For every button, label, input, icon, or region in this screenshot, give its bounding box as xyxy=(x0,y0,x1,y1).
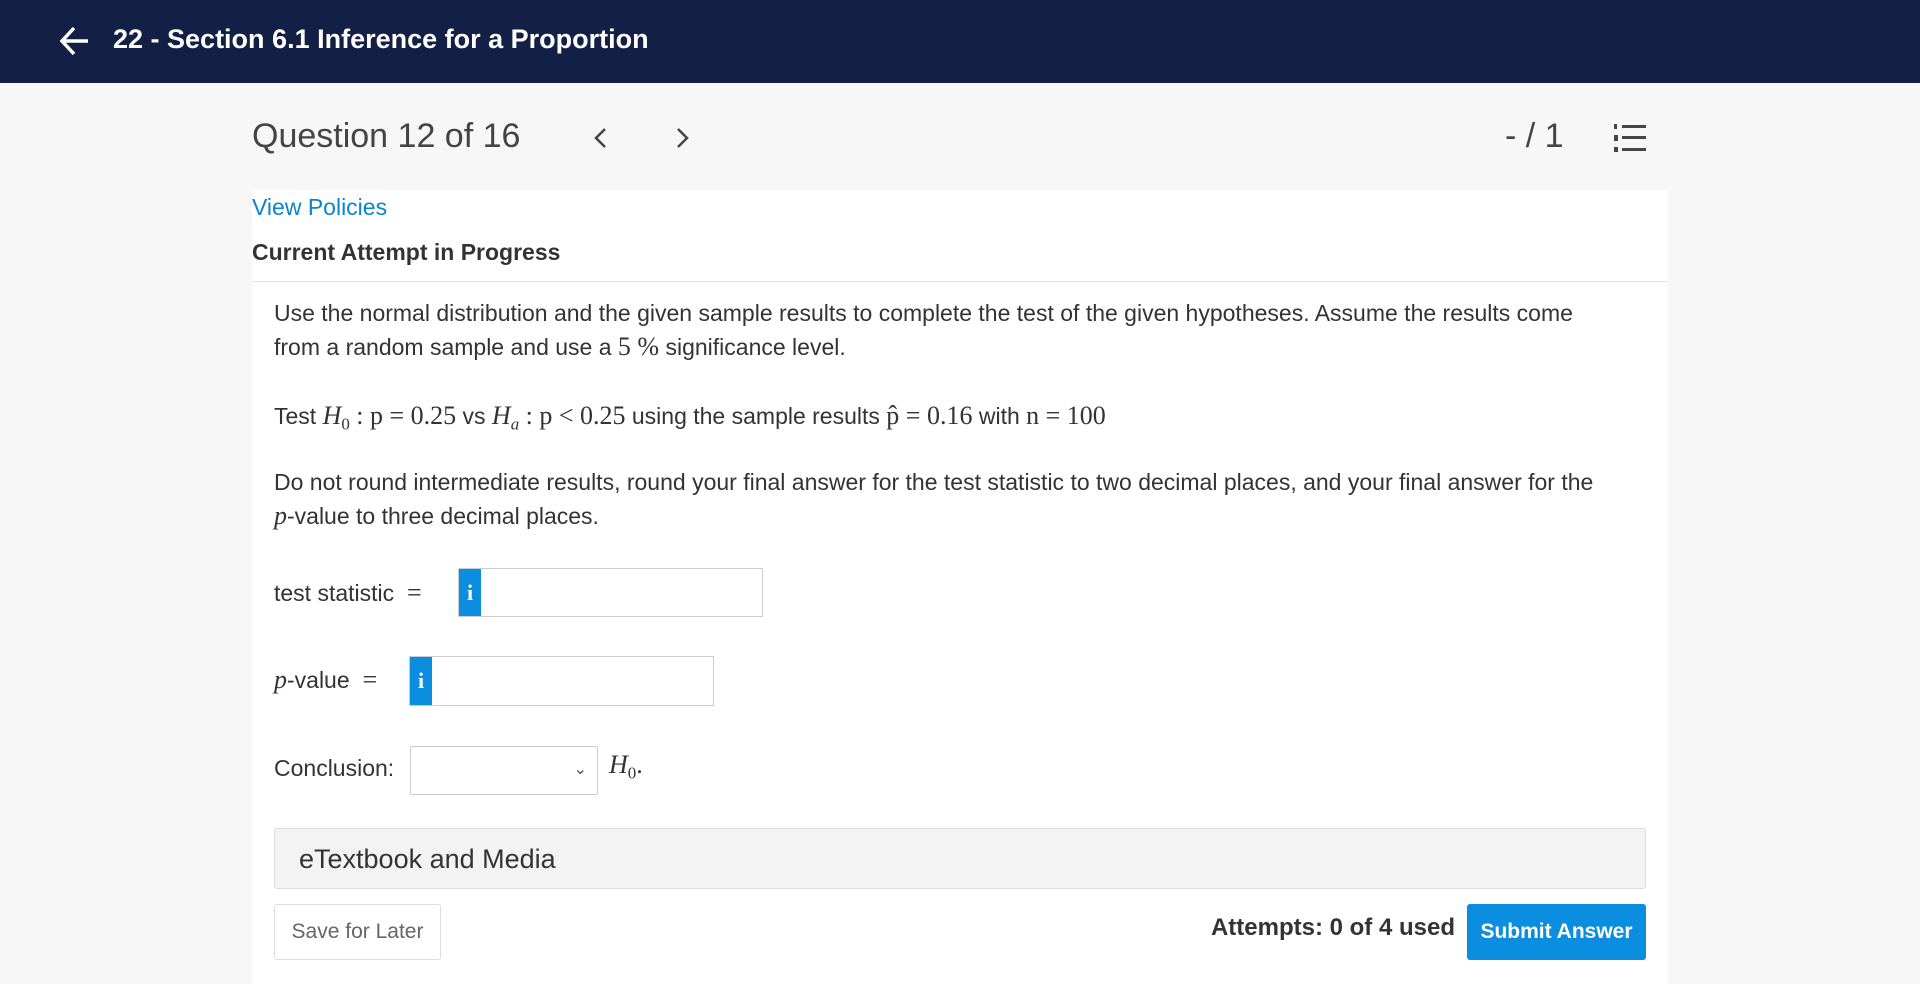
attempts-counter: Attempts: 0 of 4 used xyxy=(1210,914,1455,941)
conclusion-label: Conclusion: xyxy=(274,755,395,781)
p-variable: p xyxy=(274,665,287,694)
vs-text: vs xyxy=(462,403,486,429)
h-subscript: 0 xyxy=(627,763,637,783)
p-variable: p xyxy=(274,501,287,530)
view-policies-link[interactable]: View Policies xyxy=(252,194,387,221)
test-statistic-field: i xyxy=(458,568,763,617)
question-counter: Question 12 of 16 xyxy=(252,117,521,155)
chevron-right-icon[interactable] xyxy=(667,118,697,158)
ha-subscript: a xyxy=(510,414,520,434)
ha-symbol: H xyxy=(491,401,511,430)
arrow-left-icon[interactable] xyxy=(58,22,92,60)
label-text: -value xyxy=(287,667,350,693)
rounding-line-1: Do not round intermediate results, round… xyxy=(274,469,1594,495)
alternative-hypothesis: : p < 0.25 xyxy=(525,401,626,430)
intro-line-1: Use the normal distribution and the give… xyxy=(274,300,1573,326)
rounding-instructions: Do not round intermediate results, round… xyxy=(274,466,1654,533)
equals-sign: = xyxy=(362,665,378,694)
p-value-input[interactable] xyxy=(432,657,713,705)
hypotheses-line: Test H0 : p = 0.25 vs Ha : p < 0.25 usin… xyxy=(274,399,1654,441)
assignment-title: 22 - Section 6.1 Inference for a Proport… xyxy=(113,24,649,54)
numbered-list-icon[interactable] xyxy=(1612,122,1648,154)
sample-size: n = 100 xyxy=(1026,401,1106,430)
intro-text-end: significance level. xyxy=(665,334,846,360)
submit-answer-button[interactable]: Submit Answer xyxy=(1467,904,1646,960)
test-statistic-label: test statistic = xyxy=(274,578,422,608)
divider xyxy=(252,281,1668,282)
h0-symbol: H xyxy=(322,401,342,430)
label-text: test statistic xyxy=(274,580,395,606)
question-score: - / 1 xyxy=(1505,117,1564,155)
rounding-text: -value to three decimal places. xyxy=(287,503,599,529)
attempt-status: Current Attempt in Progress xyxy=(252,239,561,265)
significance-level: 5 % xyxy=(617,332,660,361)
using-text: using the sample results xyxy=(631,403,880,429)
period: . xyxy=(636,750,643,779)
chevron-down-icon: ⌄ xyxy=(573,761,587,778)
h-symbol: H xyxy=(609,750,628,779)
etextbook-label: eTextbook and Media xyxy=(299,844,556,874)
test-statistic-input[interactable] xyxy=(481,569,762,616)
sample-proportion: p̂ = 0.16 xyxy=(886,401,973,430)
save-for-later-button[interactable]: Save for Later xyxy=(274,904,441,960)
etextbook-media-panel[interactable]: eTextbook and Media xyxy=(274,828,1646,889)
info-icon[interactable]: i xyxy=(410,657,432,705)
intro-line-2: from a random sample and use a 5 % signi… xyxy=(274,330,1654,364)
intro-text: from a random sample and use a xyxy=(274,334,612,360)
p-value-label: p-value = xyxy=(274,665,377,695)
conclusion-suffix: H0. xyxy=(609,750,643,784)
test-word: Test xyxy=(274,403,317,429)
chevron-left-icon[interactable] xyxy=(585,118,615,158)
info-icon[interactable]: i xyxy=(459,569,481,616)
equals-sign: = xyxy=(406,578,422,607)
conclusion-select[interactable]: ⌄ xyxy=(410,746,598,795)
null-hypothesis: : p = 0.25 xyxy=(356,401,457,430)
question-intro: Use the normal distribution and the give… xyxy=(274,297,1654,364)
h0-subscript: 0 xyxy=(341,414,350,434)
p-value-field: i xyxy=(409,656,714,706)
rounding-line-2: p-value to three decimal places. xyxy=(274,499,1654,533)
with-text: with xyxy=(978,403,1020,429)
top-header: 22 - Section 6.1 Inference for a Proport… xyxy=(0,0,1920,83)
